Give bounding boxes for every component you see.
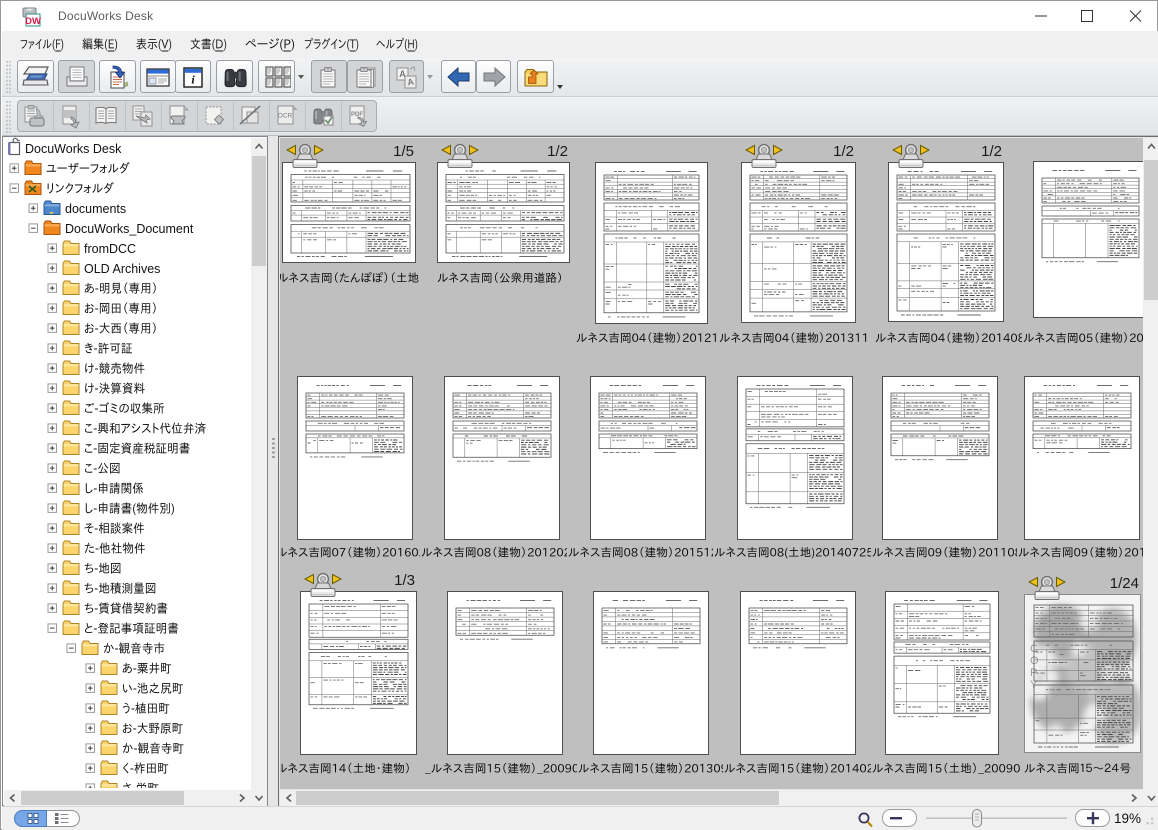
svg-text:19%: 19% [1114, 811, 1141, 826]
svg-text:OCR: OCR [278, 113, 293, 120]
svg-text:DW: DW [25, 16, 41, 27]
svg-text:PDF: PDF [351, 112, 363, 118]
